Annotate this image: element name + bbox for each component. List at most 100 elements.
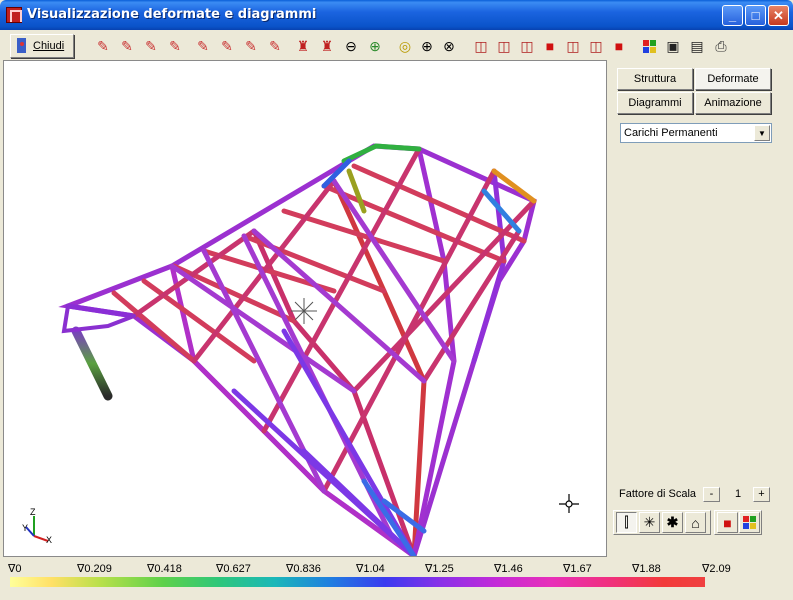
scale-plus-button[interactable]: + [753, 487, 770, 502]
load-case-select[interactable]: Carichi Permanenti ▼ [620, 123, 772, 143]
legend-label: ∇0.418 [147, 563, 182, 575]
zoom-fit-button[interactable]: ⊗ [438, 34, 460, 58]
minimize-button[interactable]: _ [722, 5, 743, 26]
diagram-view-3-button[interactable]: ✎ [240, 34, 262, 58]
pencil-red-icon: ✎ [269, 38, 281, 54]
load-case-value: Carichi Permanenti [624, 127, 718, 139]
frame-icon: ⫿ [624, 514, 629, 530]
save-pdf-button[interactable]: ▤ [686, 34, 708, 58]
legend-label: ∇1.88 [632, 563, 661, 575]
view-cube-1-button[interactable]: ◫ [470, 34, 492, 58]
zoom-window-button[interactable]: ⊕ [364, 34, 386, 58]
figure-icon: ♜ [296, 38, 310, 54]
right-panel: Struttura Deformate Diagrammi Animazione… [610, 60, 791, 557]
tab-deformate[interactable]: Deformate [695, 68, 771, 90]
color-map-button[interactable] [739, 512, 760, 533]
cube-icon: ◫ [589, 38, 603, 54]
view-cube-4-button[interactable]: ■ [539, 34, 561, 58]
color-grid-icon [743, 516, 756, 529]
close-button[interactable]: ✕ [768, 5, 789, 26]
zoom-out-button[interactable]: ⊖ [340, 34, 362, 58]
figure-2-button[interactable]: ♜ [316, 34, 338, 58]
legend-label: ∇0 [8, 563, 22, 575]
print-icon: ⎙ [715, 38, 727, 54]
chevron-down-icon[interactable]: ▼ [754, 125, 770, 141]
cube-icon: ◫ [474, 38, 488, 54]
axis-y-label: Y [22, 523, 28, 533]
zoom-green-icon: ⊕ [369, 38, 381, 54]
tab-animazione[interactable]: Animazione [695, 92, 771, 114]
deform-view-1-button[interactable]: ✎ [92, 34, 114, 58]
chiudi-button[interactable]: Chiudi [10, 34, 74, 58]
diagram-view-1-button[interactable]: ✎ [192, 34, 214, 58]
save-pdf-icon: ▤ [690, 38, 704, 54]
zoom-in-button[interactable]: ⊕ [416, 34, 438, 58]
app-icon [6, 7, 22, 23]
nodes-view-button[interactable]: ✳ [639, 512, 660, 533]
pencil-red-icon: ✎ [169, 38, 181, 54]
color-palette-button[interactable] [638, 34, 660, 58]
title-bar: Visualizzazione deformate e diagrammi _ … [0, 0, 793, 30]
zoom-out-icon: ⊖ [345, 38, 357, 54]
zoom-fit-icon: ⊗ [443, 38, 455, 54]
cube-icon: ◫ [497, 38, 511, 54]
pencil-red-icon: ✎ [221, 38, 233, 54]
view-cube-3-button[interactable]: ◫ [516, 34, 538, 58]
figure-icon: ♜ [320, 38, 334, 54]
legend-label: ∇0.627 [216, 563, 251, 575]
pencil-red-icon: ✎ [121, 38, 133, 54]
cube-solid-icon: ■ [614, 38, 624, 54]
pencil-red-icon: ✎ [245, 38, 257, 54]
zoom-yellow-icon: ◎ [398, 38, 412, 54]
tab-diagrammi[interactable]: Diagrammi [617, 92, 693, 114]
solid-render-button[interactable]: ■ [717, 512, 738, 533]
deform-view-3-button[interactable]: ✎ [140, 34, 162, 58]
cube-solid-icon: ■ [723, 514, 732, 531]
save-icon: ▣ [666, 38, 680, 54]
tab-struttura[interactable]: Struttura [617, 68, 693, 90]
color-legend: ∇0 ∇0.209 ∇0.418 ∇0.627 ∇0.836 ∇1.04 ∇1.… [0, 558, 793, 600]
move-cursor-icon [559, 494, 579, 513]
structure-view-button[interactable]: ⌂ [685, 512, 706, 533]
window-title: Visualizzazione deformate e diagrammi [27, 7, 317, 22]
structure-icon: ⌂ [691, 514, 700, 531]
legend-label: ∇1.04 [356, 563, 385, 575]
view-cube-7-button[interactable]: ■ [608, 34, 630, 58]
print-button[interactable]: ⎙ [710, 34, 732, 58]
save-button[interactable]: ▣ [662, 34, 684, 58]
pencil-red-icon: ✎ [97, 38, 109, 54]
pencil-red-icon: ✎ [145, 38, 157, 54]
deform-view-2-button[interactable]: ✎ [116, 34, 138, 58]
legend-label: ∇0.836 [286, 563, 321, 575]
cube-icon: ◫ [566, 38, 580, 54]
scale-factor-label: Fattore di Scala [619, 488, 697, 500]
view-cube-2-button[interactable]: ◫ [493, 34, 515, 58]
diagram-view-2-button[interactable]: ✎ [216, 34, 238, 58]
legend-label: ∇2.09 [702, 563, 731, 575]
diagram-view-4-button[interactable]: ✎ [264, 34, 286, 58]
color-grid-icon [642, 39, 656, 53]
legend-label: ∇1.46 [494, 563, 523, 575]
scale-factor-value: 1 [726, 487, 750, 502]
maximize-button[interactable]: □ [745, 5, 766, 26]
cube-solid-icon: ■ [545, 38, 555, 54]
axis-z-label: Z [30, 507, 36, 517]
legend-label: ∇0.209 [77, 563, 112, 575]
axis-x-label: X [46, 535, 52, 545]
frame-view-button[interactable]: ⫿ [616, 512, 637, 533]
zoom-in-icon: ⊕ [421, 38, 433, 54]
cube-icon: ◫ [520, 38, 534, 54]
door-icon [15, 38, 29, 54]
truss-members [58, 143, 537, 561]
zoom-all-button[interactable]: ◎ [394, 34, 416, 58]
nodes-bold-view-button[interactable]: ✱ [662, 512, 683, 533]
scale-minus-button[interactable]: - [703, 487, 720, 502]
legend-label: ∇1.67 [563, 563, 592, 575]
view-cube-5-button[interactable]: ◫ [562, 34, 584, 58]
deform-view-4-button[interactable]: ✎ [164, 34, 186, 58]
view-cube-6-button[interactable]: ◫ [585, 34, 607, 58]
pencil-red-icon: ✎ [197, 38, 209, 54]
figure-1-button[interactable]: ♜ [292, 34, 314, 58]
asterisk-bold-icon: ✱ [666, 514, 679, 530]
model-viewport[interactable]: Z Y X [3, 60, 607, 561]
